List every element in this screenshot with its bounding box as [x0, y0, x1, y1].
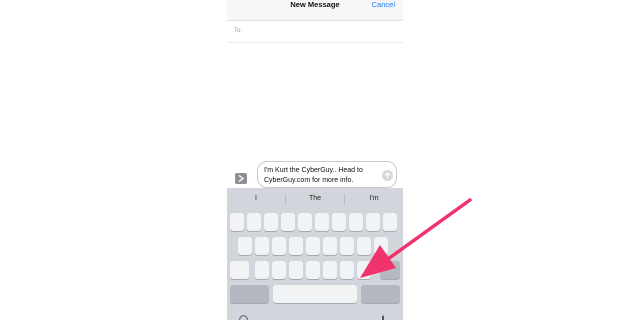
- cancel-button[interactable]: Cancel: [372, 0, 395, 9]
- key[interactable]: [298, 213, 312, 231]
- key[interactable]: [255, 261, 269, 279]
- nav-bar: New Message Cancel: [227, 0, 403, 21]
- chevron-right-icon: [238, 175, 244, 182]
- return-key[interactable]: [361, 285, 400, 303]
- key[interactable]: [289, 261, 303, 279]
- key[interactable]: [306, 237, 320, 255]
- expand-apps-button[interactable]: [235, 173, 247, 184]
- keyboard: I The I'm: [227, 188, 403, 320]
- prediction-2[interactable]: The: [286, 188, 344, 210]
- key[interactable]: [366, 213, 380, 231]
- key[interactable]: [247, 213, 261, 231]
- key[interactable]: [323, 261, 337, 279]
- space-key[interactable]: [273, 285, 357, 303]
- prediction-3[interactable]: I'm: [345, 188, 403, 210]
- key[interactable]: [272, 237, 286, 255]
- recipient-row: To:: [227, 21, 403, 43]
- key[interactable]: [340, 261, 354, 279]
- key[interactable]: [357, 261, 371, 279]
- key[interactable]: [238, 237, 252, 255]
- key[interactable]: [315, 213, 329, 231]
- arrow-up-icon: [384, 172, 391, 179]
- key[interactable]: [383, 213, 397, 231]
- key[interactable]: [255, 237, 269, 255]
- key[interactable]: [272, 261, 286, 279]
- key[interactable]: [281, 213, 295, 231]
- key[interactable]: [289, 237, 303, 255]
- emoji-icon[interactable]: [239, 315, 248, 320]
- shift-key[interactable]: [230, 261, 249, 279]
- key[interactable]: [306, 261, 320, 279]
- key[interactable]: [357, 237, 371, 255]
- message-field[interactable]: I'm Kurt the CyberGuy.. Head to CyberGuy…: [257, 161, 397, 188]
- message-composer: I'm Kurt the CyberGuy.. Head to CyberGuy…: [227, 158, 403, 188]
- key[interactable]: [340, 237, 354, 255]
- send-button[interactable]: [382, 170, 393, 181]
- message-text[interactable]: I'm Kurt the CyberGuy.. Head to CyberGuy…: [264, 166, 376, 185]
- key[interactable]: [323, 237, 337, 255]
- key[interactable]: [264, 213, 278, 231]
- microphone-icon[interactable]: [380, 315, 386, 320]
- phone-screen: New Message Cancel To: I'm Kurt the Cybe…: [227, 0, 403, 320]
- key[interactable]: [332, 213, 346, 231]
- numbers-key[interactable]: [230, 285, 269, 303]
- delete-key[interactable]: [380, 261, 400, 279]
- predictive-bar: I The I'm: [227, 188, 403, 210]
- recipient-input[interactable]: [247, 24, 397, 39]
- key[interactable]: [349, 213, 363, 231]
- prediction-1[interactable]: I: [227, 188, 285, 210]
- key[interactable]: [374, 237, 388, 255]
- key[interactable]: [230, 213, 244, 231]
- to-label: To:: [234, 28, 243, 34]
